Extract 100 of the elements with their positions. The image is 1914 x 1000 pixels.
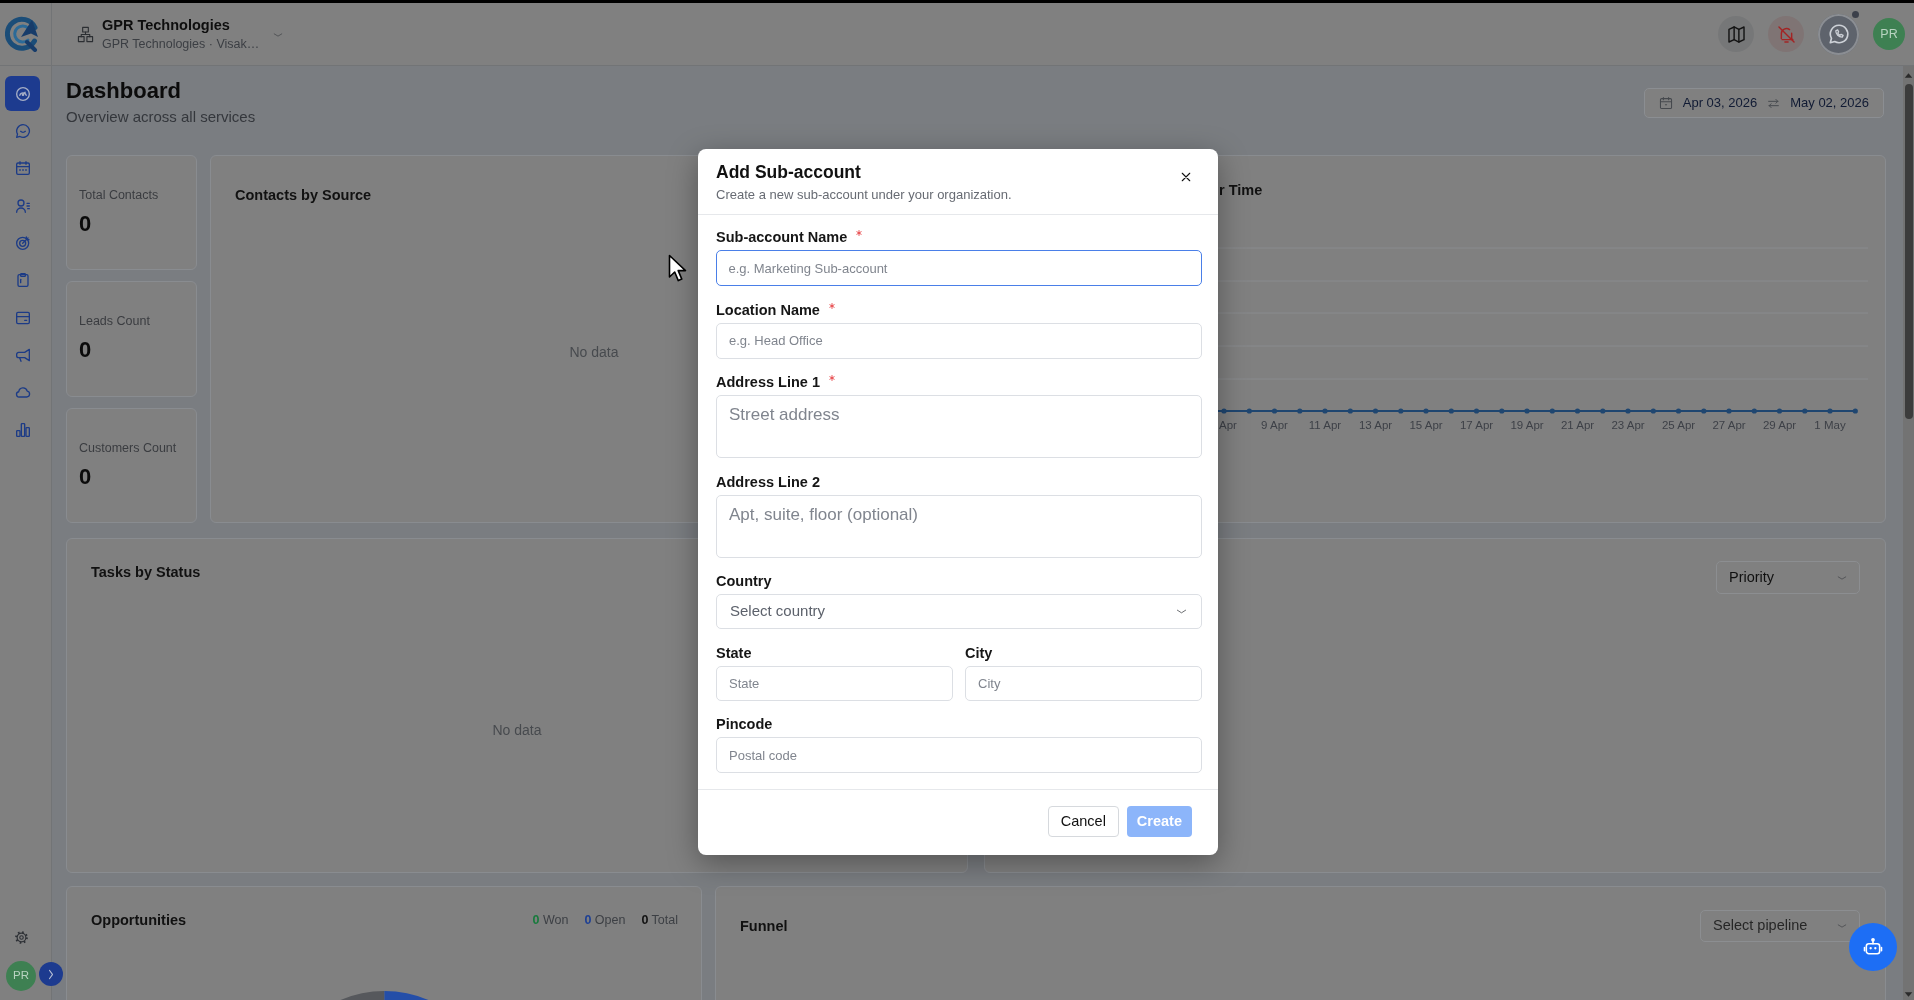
date-range-picker[interactable]: Apr 03, 2026 May 02, 2026: [1643, 88, 1884, 118]
text-area[interactable]: Street address: [716, 395, 1202, 458]
data-point: [1726, 408, 1732, 414]
map-button[interactable]: [1718, 16, 1754, 52]
data-point: [1802, 408, 1808, 414]
user-avatar[interactable]: PR: [6, 961, 36, 991]
data-point: [1549, 408, 1555, 414]
close-icon: [1181, 172, 1191, 182]
scrollbar-thumb[interactable]: [1904, 84, 1913, 419]
axis-label: 1 May: [1814, 419, 1846, 431]
modal-title: Add Sub-account: [716, 161, 861, 183]
empty-state-text: No data: [569, 342, 619, 362]
axis-label: 9 Apr: [1261, 419, 1288, 431]
swap-arrows-icon: [1767, 96, 1781, 110]
scroll-up-arrow-icon[interactable]: [1904, 72, 1913, 79]
gauge-icon: [14, 85, 31, 102]
data-point: [1448, 408, 1454, 414]
data-point: [1271, 408, 1278, 414]
chevron-down-icon: [1837, 923, 1847, 929]
calendar-icon: [1658, 96, 1673, 110]
chevron-right-icon: [47, 968, 55, 980]
data-point: [1221, 408, 1227, 414]
organization-name: GPR Technologies: [102, 16, 231, 34]
select-dropdown[interactable]: Select country: [716, 594, 1202, 629]
card-title: Opportunities: [91, 911, 187, 930]
field-label: Location Name: [716, 300, 820, 319]
card-title: r Time: [1219, 181, 1263, 199]
notifications-off-button[interactable]: [1768, 16, 1804, 52]
cloud-icon: [14, 384, 31, 401]
data-point: [1372, 408, 1379, 414]
stat-value: 0: [79, 337, 93, 364]
user-list-icon: [14, 197, 31, 214]
chevron-down-icon: [1176, 608, 1187, 615]
stat-label: Leads Count: [79, 313, 151, 330]
axis-label: 23 Apr: [1611, 419, 1645, 431]
megaphone-icon: [14, 346, 31, 363]
axis-label: Apr: [1219, 419, 1237, 431]
axis-label: 19 Apr: [1510, 419, 1544, 431]
chevron-down-icon: [1837, 574, 1847, 581]
start-date: Apr 03, 2026: [1682, 94, 1758, 113]
data-point: [1827, 408, 1833, 414]
sidebar-nav-item[interactable]: [5, 76, 40, 111]
chat-phone-icon: [1827, 23, 1850, 45]
field-label: Pincode: [716, 715, 773, 733]
expand-sidebar-button[interactable]: [39, 962, 63, 986]
field-label: Sub-account Name: [716, 228, 848, 246]
bell-off-icon: [1776, 24, 1796, 44]
card-icon: [14, 309, 31, 326]
settings-icon[interactable]: [14, 930, 29, 945]
empty-state-text: No data: [492, 721, 542, 740]
scrollbar-track[interactable]: [1903, 66, 1914, 1000]
cancel-button[interactable]: Cancel: [1047, 806, 1119, 837]
axis-label: 27 Apr: [1712, 419, 1746, 431]
pipeline-dropdown[interactable]: Select pipeline: [1700, 910, 1860, 942]
stat-label: Total Contacts: [79, 187, 160, 203]
count-text: 0 Open: [584, 912, 626, 929]
axis-label: 11 Apr: [1308, 419, 1342, 431]
field-label: City: [965, 643, 993, 662]
hierarchy-icon: [77, 25, 94, 43]
field-label: Address Line 1: [716, 373, 820, 391]
data-point: [1473, 408, 1480, 414]
data-point: [1322, 408, 1328, 414]
bar-chart-icon: [14, 421, 31, 438]
data-point: [1625, 408, 1631, 414]
logo-icon[interactable]: [5, 16, 41, 52]
text-area[interactable]: Apt, suite, floor (optional): [716, 494, 1202, 558]
field-label: Country: [716, 572, 772, 590]
data-point: [1574, 408, 1581, 414]
chevron-down-icon[interactable]: [273, 32, 284, 38]
target-icon: [14, 234, 31, 251]
data-point: [1398, 408, 1404, 414]
card-title: Contacts by Source: [235, 186, 372, 204]
data-point: [1701, 408, 1707, 414]
modal-subtitle: Create a new sub-account under your organization.: [716, 186, 1012, 203]
stat-label: Customers Count: [79, 439, 178, 456]
data-point: [1297, 408, 1303, 414]
stat-value: 0: [79, 463, 93, 490]
organization-subtitle: GPR Technologies · Visak…: [102, 35, 260, 52]
scroll-down-arrow-icon[interactable]: [1904, 991, 1913, 998]
text-input[interactable]: e.g. Marketing Sub-account: [716, 250, 1202, 286]
chat-bubble-icon: [14, 122, 31, 139]
count-text: 0 Total: [641, 912, 678, 929]
data-point: [1776, 408, 1783, 414]
card-title: Tasks by Status: [91, 563, 201, 581]
user-avatar[interactable]: PR: [1873, 18, 1905, 50]
data-point: [1751, 408, 1757, 414]
chat-button[interactable]: [1818, 13, 1859, 55]
calendar-icon: [14, 160, 31, 177]
mouse-cursor-icon: [668, 254, 688, 283]
data-point: [1675, 408, 1682, 414]
count-text: 0 Won: [532, 912, 569, 929]
filter-dropdown[interactable]: Priority: [1716, 561, 1860, 594]
axis-label: 21 Apr: [1560, 419, 1595, 431]
end-date: May 02, 2026: [1790, 94, 1869, 113]
data-point: [1347, 408, 1353, 414]
axis-label: 13 Apr: [1358, 419, 1393, 431]
axis-label: 25 Apr: [1661, 419, 1696, 431]
card-title: Funnel: [740, 917, 788, 935]
field-label: Address Line 2: [716, 472, 820, 491]
map-icon: [1726, 24, 1746, 44]
